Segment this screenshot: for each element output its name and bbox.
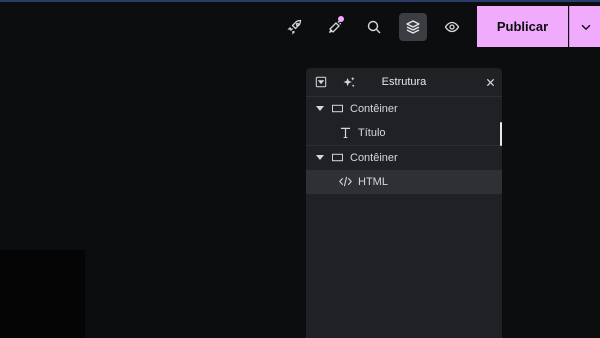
- expand-caret-icon[interactable]: [316, 106, 324, 111]
- tree-item-container[interactable]: Contêiner: [306, 146, 502, 170]
- canvas-shade: [0, 250, 85, 338]
- tree-item-label: Contêiner: [350, 103, 398, 115]
- structure-panel: Estrutura Contêiner Título Contêiner HTM…: [306, 68, 502, 338]
- container-icon: [332, 103, 343, 114]
- tree-item-html[interactable]: HTML: [306, 170, 502, 194]
- eye-icon[interactable]: [438, 13, 466, 41]
- container-icon: [332, 152, 343, 163]
- top-toolbar: Publicar: [0, 2, 600, 47]
- panel-title: Estrutura: [381, 76, 427, 88]
- publish-button[interactable]: Publicar: [477, 6, 568, 47]
- tree-item-heading[interactable]: Título: [306, 121, 502, 145]
- tree-item-label: Título: [358, 127, 386, 139]
- search-icon[interactable]: [360, 13, 388, 41]
- heading-icon: [340, 127, 351, 138]
- publish-options-button[interactable]: [569, 6, 600, 47]
- ai-sparkle-icon[interactable]: [342, 75, 356, 89]
- tree-item-label: HTML: [358, 176, 388, 188]
- rocket-icon[interactable]: [281, 13, 309, 41]
- panel-scrollbar[interactable]: [500, 122, 502, 146]
- panel-header: Estrutura: [306, 68, 502, 97]
- notifications-icon[interactable]: [321, 13, 349, 41]
- code-icon: [339, 176, 352, 187]
- chevron-down-icon: [581, 24, 590, 30]
- tree-item-label: Contêiner: [350, 152, 398, 164]
- tree-item-container[interactable]: Contêiner: [306, 97, 502, 121]
- notification-dot: [338, 16, 344, 22]
- close-icon[interactable]: [483, 75, 497, 89]
- collapse-panel-icon[interactable]: [314, 75, 328, 89]
- layers-icon[interactable]: [399, 13, 427, 41]
- expand-caret-icon[interactable]: [316, 155, 324, 160]
